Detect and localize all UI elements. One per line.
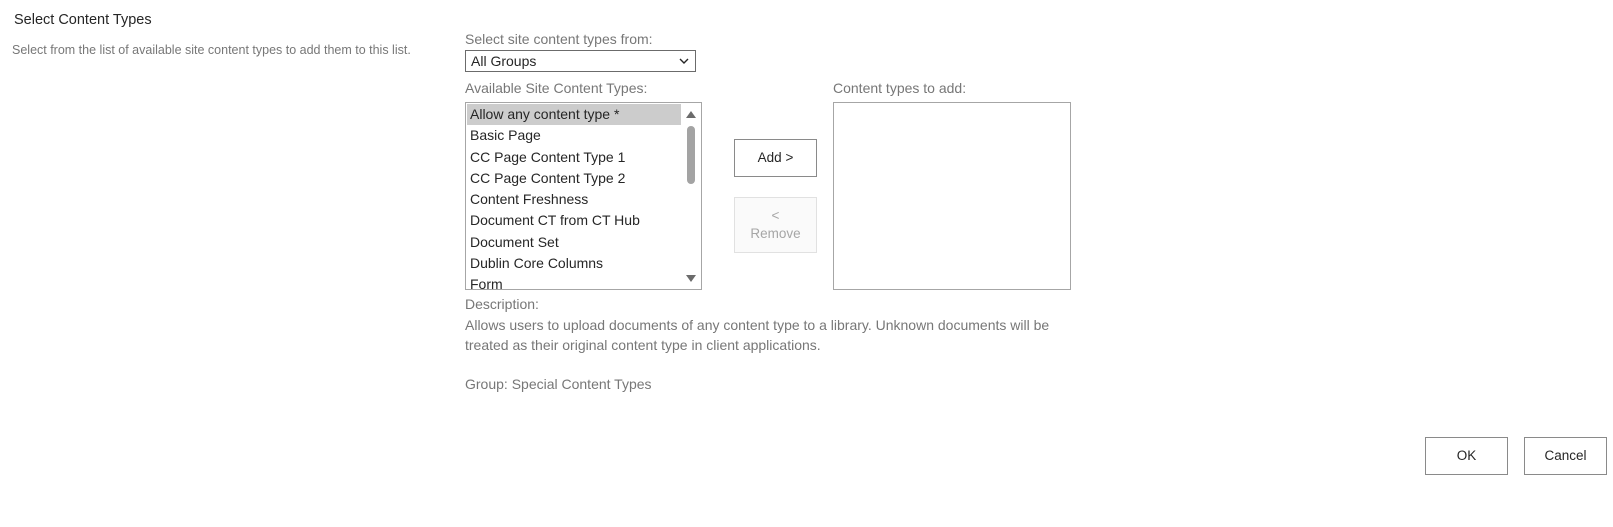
listbox-scrollbar[interactable] — [682, 104, 700, 288]
remove-button[interactable]: < Remove — [734, 197, 817, 253]
available-types-listbox[interactable]: Allow any content type * Basic Page CC Pag… — [465, 102, 702, 290]
source-group-select[interactable]: All Groups — [465, 50, 696, 72]
page: Select Content Types Select from the lis… — [0, 0, 1613, 527]
content-types-to-add-label: Content types to add: — [833, 80, 967, 96]
section-title: Select Content Types — [14, 12, 152, 28]
list-item[interactable]: Basic Page — [467, 125, 681, 146]
list-item[interactable]: Document CT from CT Hub — [467, 210, 681, 231]
remove-arrow: < — [771, 208, 780, 223]
source-group-label: Select site content types from: — [465, 31, 653, 47]
content-types-to-add-listbox[interactable] — [833, 102, 1071, 290]
available-types-label: Available Site Content Types: — [465, 80, 648, 96]
scrollbar-thumb[interactable] — [687, 126, 695, 184]
section-description: Select from the list of available site c… — [12, 43, 411, 57]
list-item[interactable]: Allow any content type * — [467, 104, 681, 126]
list-item[interactable]: Content Freshness — [467, 189, 681, 210]
available-types-items: Allow any content type * Basic Page CC Pag… — [467, 104, 681, 289]
add-button[interactable]: Add > — [734, 139, 817, 177]
list-item[interactable]: Dublin Core Columns — [467, 253, 681, 274]
list-item[interactable]: Form — [467, 274, 681, 289]
triangle-up-icon[interactable] — [685, 109, 697, 119]
cancel-button[interactable]: Cancel — [1524, 437, 1607, 475]
source-group-selected-value: All Groups — [471, 53, 537, 69]
list-item[interactable]: CC Page Content Type 1 — [467, 147, 681, 168]
list-item[interactable]: CC Page Content Type 2 — [467, 168, 681, 189]
triangle-down-icon[interactable] — [685, 274, 697, 284]
ok-button[interactable]: OK — [1425, 437, 1508, 475]
remove-label: Remove — [750, 226, 801, 241]
description-text: Allows users to upload documents of any … — [465, 317, 1050, 353]
description-label: Description: — [465, 296, 539, 312]
group-text: Group: Special Content Types — [465, 376, 652, 392]
list-item[interactable]: Document Set — [467, 232, 681, 253]
chevron-down-icon — [679, 58, 689, 64]
